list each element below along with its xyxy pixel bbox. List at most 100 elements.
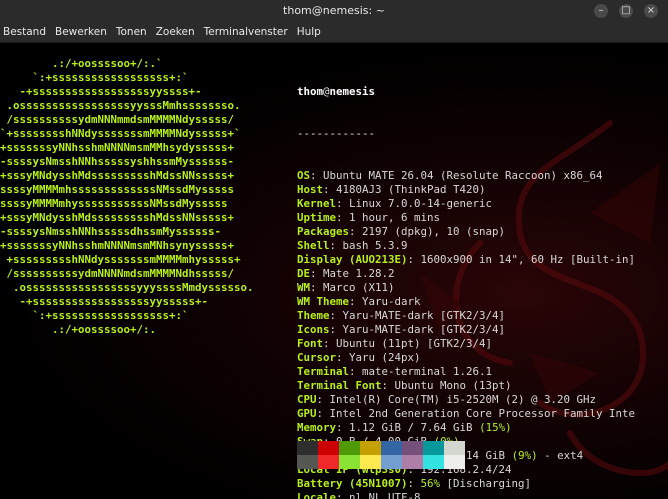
palette-swatch [381,441,402,455]
logo-line: .osssssssssssssssssyysssMmhssssssso. [0,99,241,112]
user-host-line: thom@nemesis [297,85,635,99]
palette-swatch [423,455,444,469]
info-value: bash 5.3.9 [342,239,408,252]
user-name: thom [297,85,324,98]
color-palette [297,441,465,469]
info-colon: : [329,239,343,252]
minimize-button[interactable]: – [594,4,608,18]
info-value: 1 hour, 6 mins [349,211,441,224]
info-key: Battery (45N1007) [297,477,408,490]
logo-line: ssssyMMMMmhysssssssssssNMssdMysssss [0,197,228,210]
logo-line: +ssssssssshNNdysssssssmMMMMmhysssss+ [0,253,241,266]
info-row: Kernel: Linux 7.0.0-14-generic [297,197,635,211]
info-row: WM Theme: Yaru-dark [297,295,635,309]
info-key: Icons [297,323,330,336]
logo-line: `:+ssssssssssssssssss+:` [0,71,189,84]
palette-swatch [381,455,402,469]
info-value: Yaru-MATE-dark [GTK2/3/4] [342,309,506,322]
palette-swatch [297,455,318,469]
logo-line: +sssssssyNNhsshmNNNNmsmMNhsynysssss+ [0,239,235,252]
logo-line: /ssssssssssydmNNNmmdsmMMMMNdysssss/ [0,113,235,126]
info-colon: : [336,491,350,499]
logo-line: .osssssssssssssssssyyyssssMmdyssssso. [0,281,254,294]
info-row: Locale: nl_NL.UTF-8 [297,491,635,499]
info-key: CPU [297,393,317,406]
info-row: CPU: Intel(R) Core(TM) i5-2520M (2) @ 3.… [297,393,635,407]
logo-line: -ssssysNmsshNNhsssssyshhssmMyssssss- [0,155,235,168]
palette-swatch [339,441,360,455]
info-key: OS [297,169,311,182]
window-titlebar[interactable]: thom@nemesis: ~ – □ × [0,0,668,22]
info-row: Font: Ubuntu (11pt) [GTK2/3/4] [297,337,635,351]
info-colon: : [329,309,343,322]
menu-hulp[interactable]: Hulp [294,26,327,38]
palette-swatch [360,441,381,455]
info-row: Cursor: Yaru (24px) [297,351,635,365]
palette-swatch [297,441,318,455]
info-key: WM [297,281,311,294]
logo-line: /ssssssssssydmNNNNmdsmMMMMNdhsssss/ [0,267,235,280]
info-row: Shell: bash 5.3.9 [297,239,635,253]
info-value: nl_NL.UTF-8 [349,491,421,499]
menu-bewerken[interactable]: Bewerken [52,26,113,38]
info-value: Intel 2nd Generation Core Processor Fami… [329,407,636,420]
info-key: Uptime [297,211,337,224]
palette-swatch [339,455,360,469]
info-colon: : [407,253,421,266]
palette-swatch [423,441,444,455]
info-row: DE: Mate 1.28.2 [297,267,635,281]
info-colon: : [349,295,363,308]
info-key: Font [297,337,324,350]
info-key: Terminal [297,365,350,378]
info-key: DE [297,267,311,280]
info-value: Ubuntu MATE 26.04 (Resolute Raccoon) x86… [323,169,603,182]
info-key: Theme [297,309,330,322]
info-value: Yaru-dark [362,295,421,308]
info-row: Terminal Font: Ubuntu Mono (13pt) [297,379,635,393]
info-value: 4180AJ3 (ThinkPad T420) [336,183,486,196]
info-colon: : [310,281,324,294]
info-colon: : [316,393,330,406]
info-percent: (9%) [511,449,538,462]
palette-swatch [318,441,339,455]
maximize-button[interactable]: □ [619,4,633,18]
logo-line: +sssssssyNNhsshmNNNNmsmMMhsydysssss+ [0,141,235,154]
menu-bestand[interactable]: Bestand [0,26,52,38]
info-value: Yaru-MATE-dark [GTK2/3/4] [342,323,506,336]
palette-swatch [402,441,423,455]
info-key: GPU [297,407,317,420]
info-colon: : [349,365,363,378]
info-row: Uptime: 1 hour, 6 mins [297,211,635,225]
palette-swatch [360,455,381,469]
menu-zoeken[interactable]: Zoeken [153,26,201,38]
info-row: Terminal: mate-terminal 1.26.1 [297,365,635,379]
info-colon: : [329,323,343,336]
info-colon: : [381,379,395,392]
info-key: WM Theme [297,295,350,308]
palette-bright-row [297,455,465,469]
logo-line: .:/+oossssoo+/:. [0,323,157,336]
terminal-area[interactable]: .:/+oossssoo+/:.` `:+ssssssssssssssssss+… [0,43,668,499]
info-value: mate-terminal 1.26.1 [362,365,493,378]
window-title: thom@nemesis: ~ [283,4,385,17]
info-value: Yaru (24px) [349,351,421,364]
info-value: 1600x900 in 14", 60 Hz [Built-in] [420,253,636,266]
info-key: Host [297,183,324,196]
info-colon: : [407,477,421,490]
info-key: Memory [297,421,337,434]
palette-dark-row [297,441,465,455]
menu-tonen[interactable]: Tonen [113,26,153,38]
info-suffix: [Discharging] [440,477,532,490]
close-button[interactable]: × [644,4,658,18]
info-value: Mate 1.28.2 [323,267,395,280]
info-row: Battery (45N1007): 56% [Discharging] [297,477,635,491]
info-colon: : [323,183,337,196]
info-row: GPU: Intel 2nd Generation Core Processor… [297,407,635,421]
info-row: Memory: 1.12 GiB / 7.64 GiB (15%) [297,421,635,435]
info-row: Theme: Yaru-MATE-dark [GTK2/3/4] [297,309,635,323]
info-key: Terminal Font [297,379,382,392]
menu-terminalvenster[interactable]: Terminalvenster [201,26,294,38]
info-value: Marco (X11) [323,281,395,294]
info-colon: : [310,169,324,182]
info-row: OS: Ubuntu MATE 26.04 (Resolute Raccoon)… [297,169,635,183]
